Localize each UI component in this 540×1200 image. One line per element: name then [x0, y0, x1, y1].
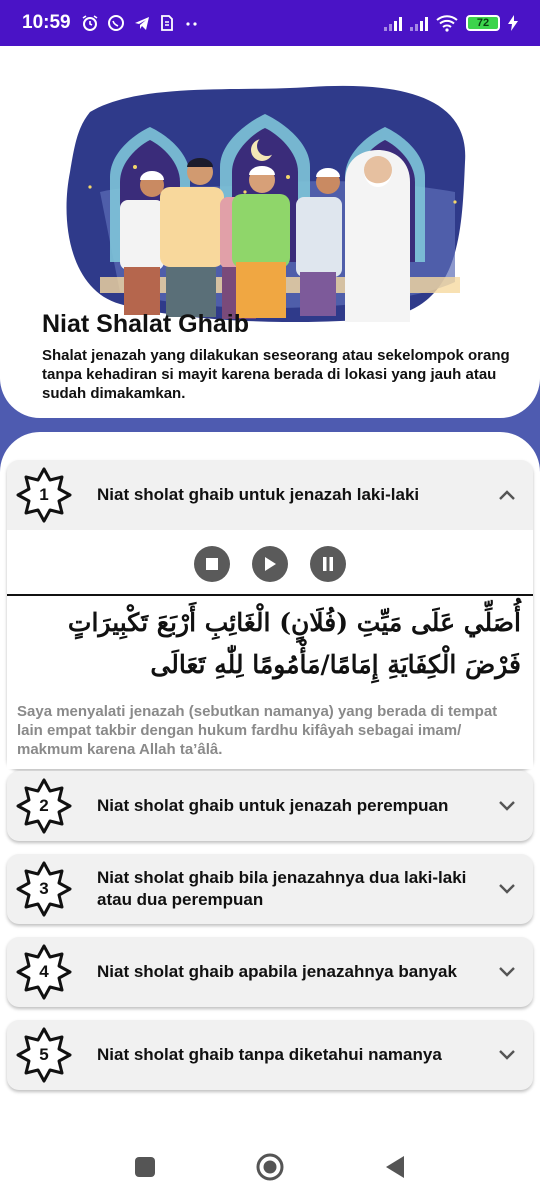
- number-star-badge: 5: [15, 1026, 73, 1084]
- niat-title: Niat sholat ghaib untuk jenazah laki-lak…: [97, 485, 420, 504]
- niat-number: 5: [39, 1045, 49, 1064]
- chevron-up-icon[interactable]: [495, 483, 519, 507]
- audio-controls: [7, 530, 533, 594]
- pause-button[interactable]: [310, 546, 346, 582]
- stop-button[interactable]: [194, 546, 230, 582]
- hero-section: Niat Shalat Ghaib Shalat jenazah yang di…: [0, 46, 540, 418]
- page-title: Niat Shalat Ghaib: [42, 310, 249, 338]
- home-icon[interactable]: [256, 1153, 284, 1181]
- recents-icon[interactable]: [134, 1156, 156, 1178]
- play-button[interactable]: [252, 546, 288, 582]
- niat-number: 3: [39, 879, 49, 898]
- status-bar: 10:59 72: [0, 0, 540, 46]
- niat-card-header[interactable]: 1 Niat sholat ghaib untuk jenazah laki-l…: [7, 460, 533, 530]
- niat-card-2[interactable]: 2 Niat sholat ghaib untuk jenazah peremp…: [7, 771, 533, 841]
- whatsapp-icon: [107, 15, 124, 31]
- system-nav-bar: [0, 1134, 540, 1200]
- back-icon[interactable]: [384, 1155, 406, 1179]
- number-star-badge: 1: [15, 466, 73, 524]
- niat-title: Niat sholat ghaib untuk jenazah perempua…: [97, 796, 449, 815]
- niat-title: Niat sholat ghaib bila jenazahnya dua la…: [97, 868, 467, 909]
- translation-text: Saya menyalati jenazah (sebutkan namanya…: [17, 703, 498, 758]
- sim-icon: [160, 15, 173, 31]
- niat-card-header[interactable]: 3 Niat sholat ghaib bila jenazahnya dua …: [7, 854, 533, 924]
- arabic-niat-text: أُصَلِّي عَلَى مَيِّتِ (فُلَانٍ) الْغَائ…: [67, 608, 521, 679]
- signal-icon: [384, 15, 402, 31]
- niat-number: 1: [39, 485, 49, 504]
- stop-icon: [206, 558, 218, 570]
- niat-card-header[interactable]: 4 Niat sholat ghaib apabila jenazahnya b…: [7, 937, 533, 1007]
- page-description: Shalat jenazah yang dilakukan seseorang …: [42, 347, 510, 402]
- niat-card-header[interactable]: 2 Niat sholat ghaib untuk jenazah peremp…: [7, 771, 533, 841]
- number-star-badge: 3: [15, 860, 73, 918]
- niat-number: 2: [39, 796, 49, 815]
- wifi-icon: [436, 15, 458, 32]
- niat-card-header[interactable]: 5 Niat sholat ghaib tanpa diketahui nama…: [7, 1020, 533, 1090]
- number-star-badge: 4: [15, 943, 73, 1001]
- play-icon: [265, 557, 276, 571]
- chevron-down-icon[interactable]: [495, 1043, 519, 1067]
- alarm-icon: [82, 15, 98, 31]
- niat-card-body: أُصَلِّي عَلَى مَيِّتِ (فُلَانٍ) الْغَائ…: [7, 530, 533, 769]
- niat-list: 1 Niat sholat ghaib untuk jenazah laki-l…: [0, 432, 540, 1112]
- niat-card-3[interactable]: 3 Niat sholat ghaib bila jenazahnya dua …: [7, 854, 533, 924]
- chevron-down-icon[interactable]: [495, 960, 519, 984]
- niat-card-4[interactable]: 4 Niat sholat ghaib apabila jenazahnya b…: [7, 937, 533, 1007]
- niat-card-5[interactable]: 5 Niat sholat ghaib tanpa diketahui nama…: [7, 1020, 533, 1090]
- signal-icon: [410, 15, 428, 31]
- niat-number: 4: [39, 962, 49, 981]
- niat-card-1: 1 Niat sholat ghaib untuk jenazah laki-l…: [7, 460, 533, 769]
- niat-title: Niat sholat ghaib tanpa diketahui namany…: [97, 1045, 442, 1064]
- chevron-down-icon[interactable]: [495, 794, 519, 818]
- chevron-down-icon[interactable]: [495, 877, 519, 901]
- pause-icon: [323, 557, 333, 571]
- status-time: 10:59: [22, 12, 71, 33]
- telegram-icon: [134, 17, 149, 30]
- number-star-badge: 2: [15, 777, 73, 835]
- more-dots-icon: [186, 22, 197, 26]
- charging-icon: [508, 15, 518, 31]
- battery-icon: 72: [466, 15, 500, 31]
- praying-people-illustration: [66, 85, 466, 322]
- niat-title: Niat sholat ghaib apabila jenazahnya ban…: [97, 962, 457, 981]
